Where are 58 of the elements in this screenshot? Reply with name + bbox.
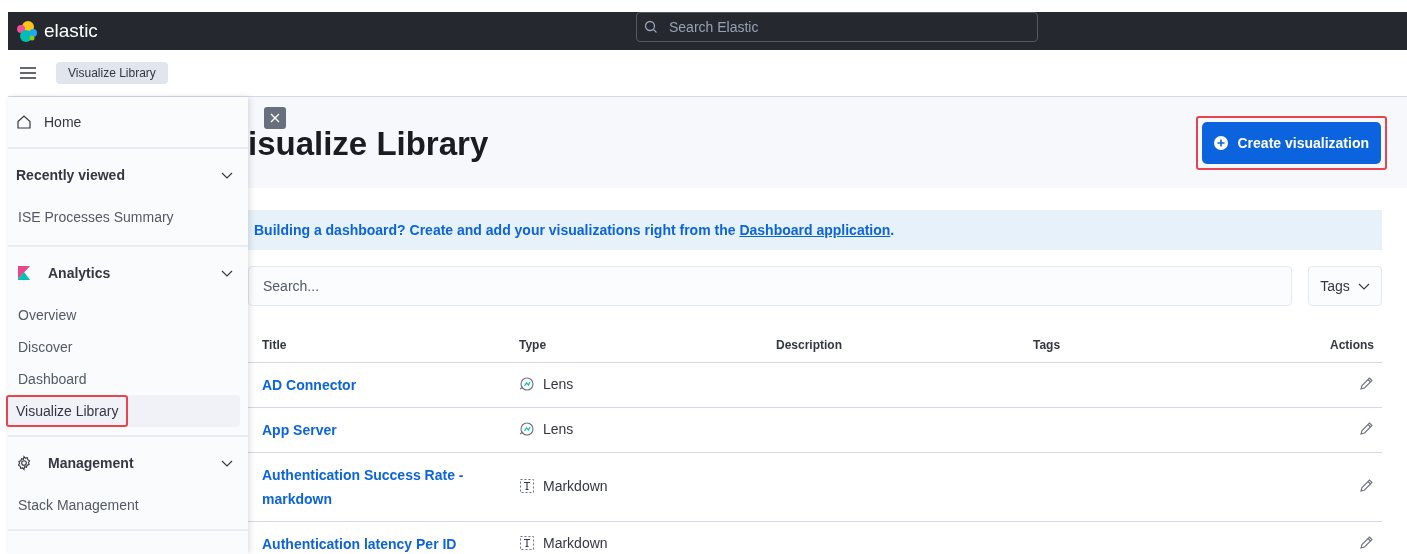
nav-group-header[interactable]: Management	[8, 437, 248, 489]
analytics-icon	[16, 265, 32, 281]
nav-label: Discover	[17, 338, 74, 357]
type-label: Lens	[543, 420, 574, 437]
markdown-icon	[519, 534, 535, 551]
nav-label: Dashboard	[17, 370, 88, 389]
nav-item[interactable]: Discover	[8, 331, 240, 363]
visualization-link[interactable]: App Server	[262, 418, 337, 442]
menu-button[interactable]	[18, 65, 38, 81]
column-header: Actions	[1330, 338, 1374, 352]
breadcrumb[interactable]: Visualize Library	[56, 62, 168, 84]
nav-item[interactable]: Visualize Library	[8, 395, 240, 427]
column-header: Description	[776, 338, 842, 352]
edit-button[interactable]	[1358, 477, 1374, 494]
nav-label: Visualize Library	[6, 395, 129, 427]
lens-icon	[519, 420, 535, 437]
lens-icon	[519, 375, 535, 392]
home-icon	[16, 114, 32, 130]
page-title: isualize Library	[248, 123, 489, 163]
nav-group-title: Analytics	[48, 265, 112, 281]
column-header: Type	[519, 338, 547, 352]
type-label: Markdown	[543, 477, 608, 494]
nav-item[interactable]: Overview	[8, 299, 240, 331]
dashboard-link[interactable]: Dashboard application	[739, 222, 891, 238]
type-label: Lens	[543, 375, 574, 392]
nav-label: Stack Management	[17, 496, 140, 515]
nav-item[interactable]: Home	[8, 114, 82, 130]
nav-group-header[interactable]: Analytics	[8, 247, 248, 299]
column-header: Tags	[1033, 338, 1061, 352]
search-icon	[644, 20, 658, 34]
nav-item[interactable]: Stack Management	[8, 489, 240, 521]
logo-icon	[16, 20, 38, 42]
logo-text: elastic	[44, 20, 98, 42]
search-field[interactable]: Search Elastic	[636, 12, 1038, 42]
gear-icon	[16, 455, 32, 471]
nav-label: Overview	[17, 306, 78, 325]
nav-label: Home	[44, 114, 82, 130]
nav-group-header[interactable]: Recently viewed	[8, 149, 248, 201]
close-icon	[270, 113, 280, 123]
visualization-link[interactable]: Authentication latency Per ID	[262, 532, 457, 554]
nav-group-title: Recently viewed	[16, 167, 126, 183]
tags-filter-button[interactable]: Tags	[1308, 266, 1382, 306]
visualization-link[interactable]: AD Connector	[262, 373, 357, 397]
plus-circle-icon	[1213, 135, 1228, 150]
create-visualization-button[interactable]: Create visualization	[1201, 121, 1381, 164]
callout-message: Building a dashboard? Create and add your visualizations right from the Dashboard application.	[248, 210, 1382, 250]
column-header: Title	[262, 338, 287, 352]
nav-item[interactable]: ISE Processes Summary	[8, 201, 240, 233]
edit-button[interactable]	[1358, 420, 1374, 437]
markdown-icon	[519, 477, 535, 494]
nav-item[interactable]: Dashboard	[8, 363, 240, 395]
nav-group-title: Management	[48, 455, 135, 471]
edit-button[interactable]	[1358, 375, 1374, 392]
nav-label: ISE Processes Summary	[17, 208, 175, 227]
visualization-link[interactable]: Authentication Success Rate -markdown	[262, 463, 477, 511]
close-button[interactable]	[264, 107, 286, 129]
edit-button[interactable]	[1358, 534, 1374, 551]
type-label: Markdown	[543, 534, 608, 551]
